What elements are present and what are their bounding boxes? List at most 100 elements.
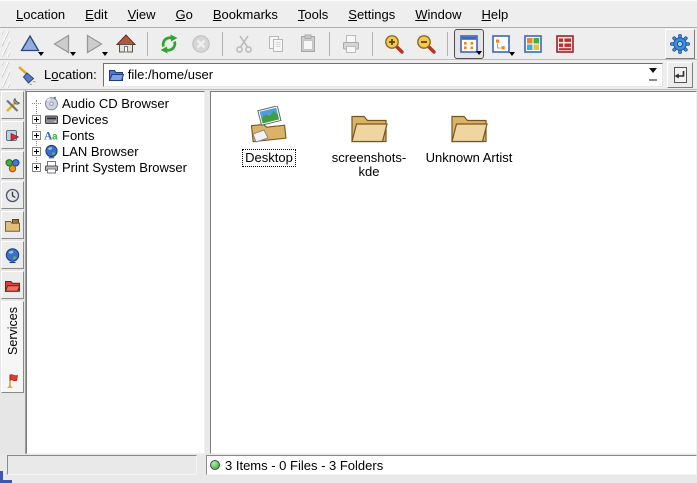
status-row: 3 Items - 0 Files - 3 Folders — [0, 454, 697, 475]
location-toolbar: Location: file:/home/user — [0, 60, 697, 90]
tree-item-label: Devices — [62, 112, 108, 127]
stop-button[interactable] — [186, 29, 216, 59]
tree-expander-icon[interactable] — [32, 147, 41, 156]
status-led-icon — [210, 460, 220, 470]
location-label: Location: — [44, 67, 97, 82]
svg-text:a: a — [52, 131, 58, 142]
copy-button[interactable] — [261, 29, 291, 59]
menu-bookmarks[interactable]: Bookmarks — [203, 4, 288, 25]
devices-icon — [44, 112, 59, 127]
detailed-view-button[interactable] — [550, 29, 580, 59]
folder-icon — [349, 104, 389, 144]
file-item-desktop[interactable]: Desktop — [219, 104, 319, 166]
paste-button[interactable] — [293, 29, 323, 59]
tree-item-fonts[interactable]: AaFonts — [27, 127, 204, 143]
print-button[interactable] — [336, 29, 366, 59]
sidebar-tab-services[interactable]: Services — [1, 301, 24, 393]
menu-settings[interactable]: Settings — [338, 4, 405, 25]
red-folder-icon — [4, 277, 21, 294]
bookmark-arrow-icon — [4, 127, 21, 144]
sidebar-tab-bookmarks[interactable] — [1, 121, 24, 149]
icon-view-button[interactable] — [454, 29, 484, 59]
forward-arrow-icon — [83, 33, 105, 55]
menu-edit[interactable]: Edit — [75, 4, 117, 25]
home-button[interactable] — [111, 29, 141, 59]
location-value[interactable]: file:/home/user — [128, 67, 213, 82]
folder-icon-view[interactable]: Desktop screenshots-kde Unknown Artist — [210, 91, 697, 454]
sidebar-statusbar — [7, 455, 197, 475]
konqueror-throbber[interactable] — [665, 29, 695, 59]
stop-icon — [190, 33, 212, 55]
tree-expander-icon[interactable] — [32, 163, 41, 172]
sidebar-tab-network[interactable] — [1, 241, 24, 269]
file-item-label: Desktop — [243, 150, 295, 166]
sidebar-tabstrip: Services — [0, 90, 26, 454]
tree-item-lan-browser[interactable]: LAN Browser — [27, 143, 204, 159]
file-item-unknown-artist[interactable]: Unknown Artist — [419, 104, 519, 166]
colored-balls-icon — [4, 157, 21, 174]
sidebar-tab-configure-sidebar[interactable] — [1, 91, 24, 119]
printer-icon — [44, 160, 59, 175]
sidebar-tab-system[interactable] — [1, 151, 24, 179]
go-button[interactable] — [667, 62, 693, 88]
location-dropdown-arrow[interactable] — [644, 64, 662, 86]
tree-expander-icon[interactable] — [32, 115, 41, 124]
wrench-icon — [4, 97, 21, 114]
sidebar-tab-root-directory[interactable] — [1, 271, 24, 299]
paste-icon — [297, 33, 319, 55]
lan-globe-icon — [44, 144, 59, 159]
home-folder-icon — [4, 217, 21, 234]
menu-window[interactable]: Window — [405, 4, 471, 25]
sidebar-tab-history[interactable] — [1, 181, 24, 209]
tree-item-label: LAN Browser — [62, 144, 139, 159]
content-area: Services Audio CD BrowserDevicesAaFontsL… — [0, 90, 697, 454]
tree-expander-icon[interactable] — [32, 131, 41, 140]
location-toolbar-grip[interactable] — [2, 62, 10, 88]
bottom-strip — [0, 475, 697, 483]
clear-location-button[interactable] — [14, 62, 40, 88]
copy-icon — [265, 33, 287, 55]
zoom-out-button[interactable] — [411, 29, 441, 59]
tree-item-label: Fonts — [62, 128, 95, 143]
toolbar-buttons — [14, 29, 581, 59]
forward-button[interactable] — [79, 29, 109, 59]
menubar: LocationEditViewGoBookmarksToolsSettings… — [0, 1, 697, 28]
go-enter-icon — [669, 64, 691, 86]
up-arrow-icon — [19, 33, 41, 55]
tree-item-devices[interactable]: Devices — [27, 111, 204, 127]
toolbar-separator — [222, 32, 223, 56]
home-icon — [115, 33, 137, 55]
print-icon — [340, 33, 362, 55]
reload-button[interactable] — [154, 29, 184, 59]
chevron-down-icon — [649, 68, 657, 77]
file-item-screenshots-kde[interactable]: screenshots-kde — [319, 104, 419, 180]
main-statusbar: 3 Items - 0 Files - 3 Folders — [206, 455, 697, 475]
menu-view[interactable]: View — [118, 4, 166, 25]
multicolumn-view-button[interactable] — [518, 29, 548, 59]
toolbar-grip[interactable] — [2, 31, 10, 57]
tree-item-print-system-browser[interactable]: Print System Browser — [27, 159, 204, 175]
globe-icon — [4, 247, 21, 264]
clear-location-broom-icon — [16, 64, 38, 86]
file-item-label: Unknown Artist — [424, 150, 515, 166]
status-text: 3 Items - 0 Files - 3 Folders — [225, 458, 383, 473]
sidebar-tab-label: Services — [6, 307, 20, 355]
back-button[interactable] — [47, 29, 77, 59]
menu-go[interactable]: Go — [166, 4, 203, 25]
tree-item-audio-cd-browser[interactable]: Audio CD Browser — [27, 95, 204, 111]
sidebar-tab-home-directory[interactable] — [1, 211, 24, 239]
zoom-in-icon — [383, 33, 405, 55]
menu-help[interactable]: Help — [472, 4, 519, 25]
cut-button[interactable] — [229, 29, 259, 59]
menu-location[interactable]: Location — [6, 4, 75, 25]
location-combobox[interactable]: file:/home/user — [103, 63, 663, 87]
toolbar-separator — [147, 32, 148, 56]
tree-view-icon — [490, 33, 512, 55]
tree-view-button[interactable] — [486, 29, 516, 59]
up-button[interactable] — [15, 29, 45, 59]
file-item-label: screenshots-kde — [321, 150, 417, 180]
zoom-in-button[interactable] — [379, 29, 409, 59]
services-flag-icon — [4, 372, 21, 389]
menu-tools[interactable]: Tools — [288, 4, 338, 25]
toolbar-separator — [447, 32, 448, 56]
